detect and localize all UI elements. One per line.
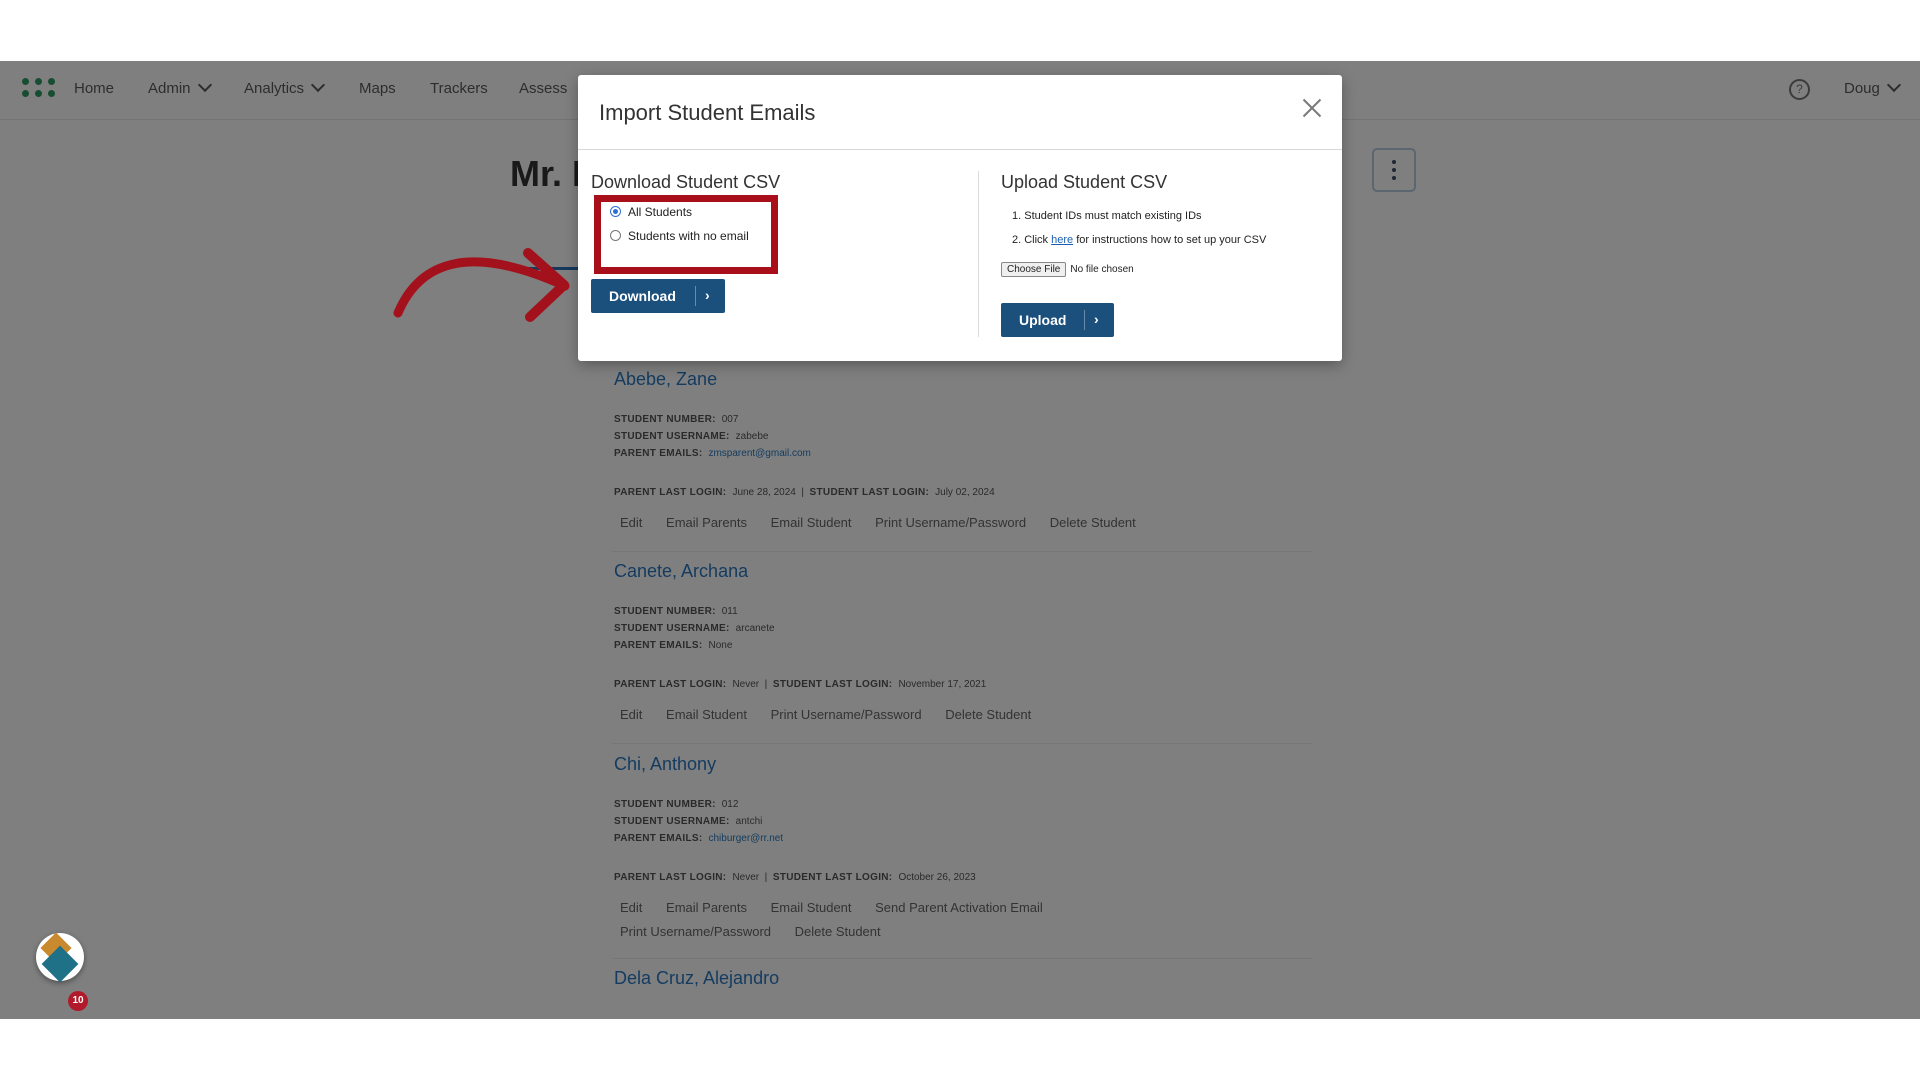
- dialog-title: Import Student Emails: [599, 100, 816, 125]
- download-button[interactable]: Download ›: [591, 279, 725, 313]
- upload-instruction-1: 1. Student IDs must match existing IDs: [1012, 210, 1202, 222]
- upload-instruction-2: 2. Click here for instructions how to se…: [1012, 234, 1267, 246]
- radio-label: All Students: [628, 205, 693, 219]
- download-button-label: Download: [609, 288, 676, 304]
- notification-badge: 10: [68, 991, 88, 1011]
- radio-unselected-icon[interactable]: [610, 230, 621, 242]
- import-emails-dialog: Import Student Emails Download Student C…: [578, 75, 1342, 361]
- radio-selected-icon[interactable]: [610, 206, 621, 218]
- chevron-right-icon: ›: [705, 287, 710, 303]
- file-status: No file chosen: [1070, 264, 1134, 275]
- dialog-header: Import Student Emails: [578, 75, 1342, 150]
- instructions-link[interactable]: here: [1051, 234, 1073, 246]
- download-options-highlight: All Students Students with no email: [594, 195, 778, 274]
- upload-button-label: Upload: [1019, 312, 1067, 328]
- choose-file-button[interactable]: Choose File: [1001, 262, 1067, 277]
- help-widget-icon[interactable]: [36, 932, 84, 983]
- chevron-right-icon: ›: [1094, 311, 1099, 327]
- arrow-head-icon: [523, 248, 569, 322]
- file-input[interactable]: Choose File No file chosen: [1001, 262, 1134, 277]
- download-heading: Download Student CSV: [591, 172, 781, 192]
- radio-label: Students with no email: [628, 229, 749, 243]
- upload-heading: Upload Student CSV: [1001, 172, 1168, 192]
- close-icon[interactable]: [1301, 98, 1323, 120]
- app-window: Home Admin Analytics Maps Trackers Asses…: [0, 61, 1920, 1019]
- radio-all-students[interactable]: All Students: [610, 205, 692, 219]
- radio-no-email[interactable]: Students with no email: [610, 229, 749, 243]
- column-divider: [978, 171, 979, 337]
- upload-button[interactable]: Upload ›: [1001, 303, 1114, 337]
